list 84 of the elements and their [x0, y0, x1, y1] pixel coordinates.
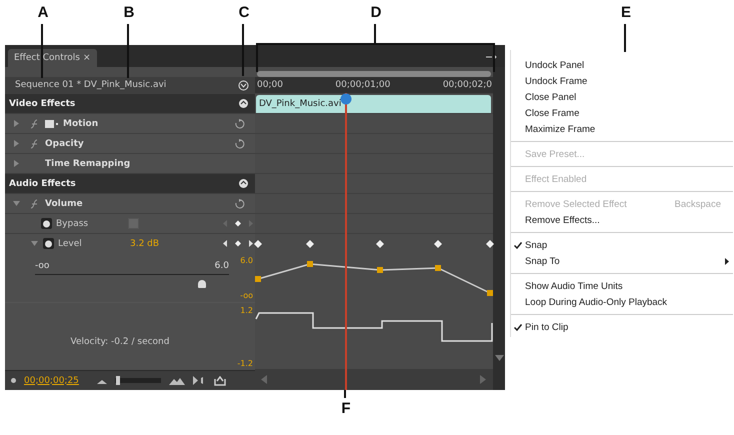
keyframe-icon[interactable] [254, 240, 262, 248]
disclosure-triangle-icon[interactable] [13, 120, 21, 128]
disclosure-triangle-icon[interactable] [13, 160, 21, 168]
slider-max-label: 6.0 [214, 261, 229, 271]
vertical-scrollbar[interactable] [493, 67, 505, 390]
effect-name: Opacity [45, 138, 84, 148]
panel-menu-icon[interactable] [485, 53, 497, 61]
disclosure-triangle-icon[interactable] [31, 240, 39, 248]
menu-item[interactable]: Undock Panel [511, 57, 733, 73]
clip-name: Sequence 01 * DV_Pink_Music.avi [15, 80, 166, 90]
level-value[interactable]: 3.2 dB [130, 238, 160, 248]
stopwatch-icon[interactable] [41, 218, 52, 229]
disclosure-triangle-icon[interactable] [13, 140, 21, 148]
leader-line [624, 24, 626, 52]
keyframe-icon[interactable] [434, 240, 442, 248]
reset-icon[interactable] [234, 138, 245, 148]
reset-icon[interactable] [234, 118, 245, 128]
scroll-right-icon[interactable] [480, 375, 487, 384]
keyframe-navigator-drawing[interactable] [221, 219, 255, 228]
zoom-in-icon[interactable] [168, 376, 185, 384]
menu-item[interactable]: Undock Frame [511, 73, 733, 89]
zoom-slider-thumb[interactable] [116, 376, 120, 385]
menu-item[interactable]: Snap [511, 237, 733, 253]
leader-line [242, 24, 244, 76]
show-hide-timeline-icon[interactable] [238, 80, 249, 90]
effect-toggle-icon[interactable] [29, 198, 39, 208]
callout-label: B [122, 4, 136, 21]
keyframe-icon[interactable] [376, 240, 384, 248]
play-audio-icon[interactable] [192, 376, 206, 385]
collapse-icon[interactable] [238, 98, 249, 109]
effect-name: Time Remapping [45, 158, 130, 168]
disclosure-triangle-icon[interactable] [13, 200, 21, 208]
callout-label: D [370, 4, 382, 21]
scroll-left-icon[interactable] [261, 375, 268, 384]
slider-min-label: -oo [35, 261, 50, 271]
keyframe-icon[interactable] [306, 240, 314, 248]
effect-name: Volume [45, 198, 83, 208]
stopwatch-icon[interactable] [43, 238, 54, 249]
transform-icon[interactable] [45, 120, 59, 128]
effect-name: Motion [63, 118, 98, 128]
section-title: Audio Effects [9, 178, 76, 188]
ruler-timecode: 00;00;01;00 [335, 80, 390, 90]
callout-label: E [620, 4, 632, 21]
bypass-checkbox[interactable] [128, 218, 139, 229]
scale-label: -1.2 [237, 359, 253, 368]
reset-icon[interactable] [234, 198, 245, 208]
horizontal-scrollbar[interactable] [255, 369, 493, 390]
menu-item[interactable]: Show Audio Time Units [511, 278, 733, 294]
menu-item[interactable]: Pin to Clip [511, 319, 733, 335]
keyframe-navigator-drawing[interactable] [221, 239, 255, 248]
leader-line [127, 24, 129, 78]
scale-label: 6.0 [240, 256, 253, 265]
callout-label: F [340, 400, 352, 417]
menu-item[interactable]: Remove Effects... [511, 212, 733, 228]
callout-label: C [238, 4, 250, 21]
menu-item[interactable]: Close Frame [511, 105, 733, 121]
menu-item[interactable]: Snap To [511, 253, 733, 269]
effect-toggle-icon[interactable] [29, 118, 39, 128]
current-time-display[interactable]: 00;00;00;25 [24, 376, 79, 386]
status-dot-icon [11, 378, 16, 383]
level-slider-thumb[interactable] [198, 280, 206, 288]
clip-bar[interactable]: DV_Pink_Music.avi [256, 95, 491, 113]
ruler-timecode: 00;00 [257, 80, 283, 90]
playhead-icon[interactable] [340, 93, 352, 105]
callout-label: A [36, 4, 50, 21]
leader-line [41, 24, 43, 78]
leader-line [344, 390, 346, 398]
parameter-name: Bypass [56, 218, 90, 228]
menu-item[interactable]: Close Panel [511, 89, 733, 105]
keyframe-icon[interactable] [486, 240, 494, 248]
parameter-name: Level [58, 238, 83, 248]
scroll-down-icon[interactable] [494, 355, 504, 362]
loop-icon[interactable] [214, 376, 226, 386]
effect-toggle-icon[interactable] [29, 138, 39, 148]
collapse-icon[interactable] [238, 178, 249, 189]
scale-label: 1.2 [240, 306, 253, 315]
velocity-readout: Velocity: -0.2 / second [70, 336, 170, 346]
menu-item[interactable]: Maximize Frame [511, 121, 733, 137]
zoom-out-icon[interactable] [96, 378, 107, 384]
panel-tab[interactable]: Effect Controls × [8, 49, 97, 67]
section-title: Video Effects [9, 98, 76, 108]
scale-label: -oo [240, 291, 253, 300]
menu-item[interactable]: Loop During Audio-Only Playback [511, 294, 733, 310]
ruler-timecode: 00;00;02;0 [442, 80, 492, 90]
